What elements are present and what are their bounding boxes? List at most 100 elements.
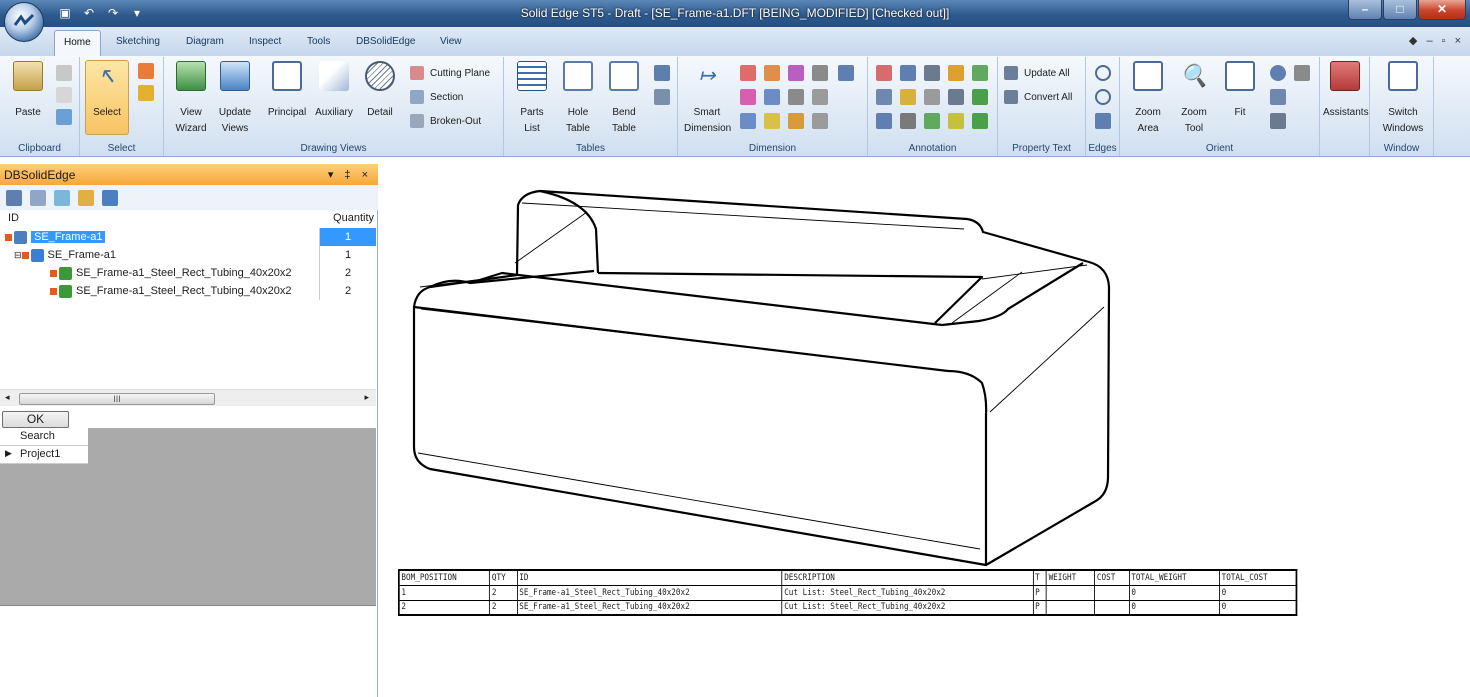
- zoom-tool-button[interactable]: 🔍 Zoom Tool: [1172, 61, 1216, 137]
- principal-button[interactable]: Principal: [265, 61, 309, 121]
- tab-diagram[interactable]: Diagram: [186, 36, 224, 47]
- maximize-button[interactable]: □: [1383, 0, 1417, 20]
- weld-symbol-icon[interactable]: [972, 65, 988, 81]
- paste-button[interactable]: Paste: [6, 61, 50, 121]
- grid-row-search[interactable]: Search: [0, 428, 88, 446]
- table-option-icon[interactable]: [654, 65, 670, 81]
- switch-windows-button[interactable]: Switch Windows: [1378, 61, 1428, 137]
- update-views-button[interactable]: Update Views: [213, 61, 257, 137]
- broken-out-button[interactable]: Broken-Out: [410, 112, 481, 130]
- cutting-line-icon[interactable]: [924, 113, 940, 129]
- detail-button[interactable]: Detail: [358, 61, 402, 121]
- grid-view-icon[interactable]: [102, 189, 118, 206]
- scroll-right-icon[interactable]: ▸: [364, 392, 369, 403]
- tab-sketching[interactable]: Sketching: [116, 36, 160, 47]
- datum-frame-icon[interactable]: [876, 89, 892, 105]
- scroll-thumb[interactable]: III: [19, 393, 215, 405]
- drawing-sheet[interactable]: BOM_POSITION QTY ID DESCRIPTION T WEIGHT…: [382, 157, 1470, 697]
- quickpick-icon[interactable]: [138, 63, 154, 79]
- tab-tools[interactable]: Tools: [307, 36, 330, 47]
- text-icon[interactable]: [948, 89, 964, 105]
- tab-inspect[interactable]: Inspect: [249, 36, 281, 47]
- attach-dimension-icon[interactable]: [764, 89, 780, 105]
- symbol-icon[interactable]: [972, 113, 988, 129]
- edge-painter-icon[interactable]: [1095, 113, 1111, 129]
- symmetric-diameter-icon[interactable]: [812, 65, 828, 81]
- ribbon-window-controls[interactable]: ◆ – ▫ ×: [1409, 34, 1464, 47]
- dimension-axis-icon[interactable]: [788, 113, 804, 129]
- dimension-track-icon[interactable]: [812, 113, 828, 129]
- datum-target-icon[interactable]: [900, 89, 916, 105]
- zoom-area-button[interactable]: Zoom Area: [1126, 61, 1170, 137]
- convert-all-button[interactable]: Convert All: [1004, 88, 1072, 106]
- previous-view-icon[interactable]: [1270, 89, 1286, 105]
- coordinate-dimension-icon[interactable]: [788, 65, 804, 81]
- retrieve-dimension-icon[interactable]: [740, 113, 756, 129]
- sheet-view-icon[interactable]: [1270, 113, 1286, 129]
- cut-icon[interactable]: [56, 65, 72, 81]
- group-label-clipboard: Clipboard: [18, 143, 61, 154]
- section-button[interactable]: Section: [410, 88, 463, 106]
- format-painter-icon[interactable]: [56, 109, 72, 125]
- auxiliary-button[interactable]: Auxiliary: [312, 61, 356, 121]
- assistants-button[interactable]: Assistants: [1323, 61, 1369, 121]
- leader-icon[interactable]: [876, 65, 892, 81]
- tab-dbsolidedge[interactable]: DBSolidEdge: [356, 36, 415, 47]
- grid-row-project[interactable]: ▶ Project1: [0, 446, 88, 464]
- chamfer-dimension-icon[interactable]: [838, 65, 854, 81]
- show-edges-icon[interactable]: [1095, 65, 1111, 81]
- copy-icon[interactable]: [56, 87, 72, 103]
- layers-icon[interactable]: [54, 189, 70, 206]
- fit-button[interactable]: Fit: [1218, 61, 1262, 121]
- tree-row[interactable]: SE_Frame-a1 1: [0, 228, 376, 246]
- update-views-icon: [220, 61, 250, 91]
- view-wizard-button[interactable]: View Wizard: [169, 61, 213, 137]
- zoom-icon[interactable]: [1270, 65, 1286, 81]
- panel-header-controls[interactable]: ▾ ‡ ×: [328, 168, 372, 181]
- center-mark-icon[interactable]: [924, 89, 940, 105]
- close-button[interactable]: ✕: [1418, 0, 1466, 20]
- update-all-button[interactable]: Update All: [1004, 64, 1070, 82]
- feature-control-frame-icon[interactable]: [876, 113, 892, 129]
- dimension-style-icon[interactable]: [788, 89, 804, 105]
- hide-edges-icon[interactable]: [1095, 89, 1111, 105]
- angle-between-icon[interactable]: [764, 65, 780, 81]
- application-button[interactable]: [4, 2, 44, 42]
- app-window: ▣ ↶ ↷ ▾ Solid Edge ST5 - Draft - [SE_Fra…: [0, 0, 1470, 697]
- properties-icon[interactable]: [78, 189, 94, 206]
- copy-attributes-icon[interactable]: [764, 113, 780, 129]
- cutting-plane-button[interactable]: Cutting Plane: [410, 64, 490, 82]
- horizontal-scrollbar[interactable]: ◂ III ▸: [0, 389, 376, 406]
- dimension-edit-icon[interactable]: [812, 89, 828, 105]
- tab-view[interactable]: View: [440, 36, 462, 47]
- parts-list-button[interactable]: Parts List: [510, 61, 554, 137]
- ok-button[interactable]: OK: [2, 411, 69, 428]
- bom-table[interactable]: BOM_POSITION QTY ID DESCRIPTION T WEIGHT…: [398, 569, 1298, 616]
- highlight-icon[interactable]: [138, 85, 154, 101]
- bend-table-button[interactable]: Bend Table: [602, 61, 646, 137]
- scroll-left-icon[interactable]: ◂: [5, 392, 10, 403]
- bolt-hole-circle-icon[interactable]: [972, 89, 988, 105]
- tree-row[interactable]: SE_Frame-a1_Steel_Rect_Tubing_40x20x2 2: [0, 264, 376, 282]
- title-bar: ▣ ↶ ↷ ▾ Solid Edge ST5 - Draft - [SE_Fra…: [0, 0, 1470, 27]
- hole-table-button[interactable]: Hole Table: [556, 61, 600, 137]
- center-line-icon[interactable]: [948, 113, 964, 129]
- minimize-button[interactable]: –: [1348, 0, 1382, 20]
- smart-dimension-button[interactable]: ↦ Smart Dimension: [684, 61, 731, 137]
- select-button[interactable]: ↖ Select: [85, 60, 129, 135]
- balloon-icon[interactable]: [900, 65, 916, 81]
- collapse-icon[interactable]: ⊟: [14, 250, 22, 260]
- explode-icon[interactable]: [30, 189, 46, 206]
- tree-view-icon[interactable]: [6, 189, 22, 206]
- angular-coordinate-icon[interactable]: [740, 89, 756, 105]
- tab-home[interactable]: Home: [54, 30, 101, 57]
- tree-row[interactable]: ⊟ SE_Frame-a1 1: [0, 246, 376, 264]
- surface-texture-icon[interactable]: [948, 65, 964, 81]
- callout-icon[interactable]: [924, 65, 940, 81]
- table-grid-icon[interactable]: [654, 89, 670, 105]
- pan-icon[interactable]: [1294, 65, 1310, 81]
- edge-condition-icon[interactable]: [900, 113, 916, 129]
- tree-row[interactable]: SE_Frame-a1_Steel_Rect_Tubing_40x20x2 2: [0, 282, 376, 300]
- distance-between-icon[interactable]: [740, 65, 756, 81]
- frame-isometric-view[interactable]: [382, 157, 1470, 567]
